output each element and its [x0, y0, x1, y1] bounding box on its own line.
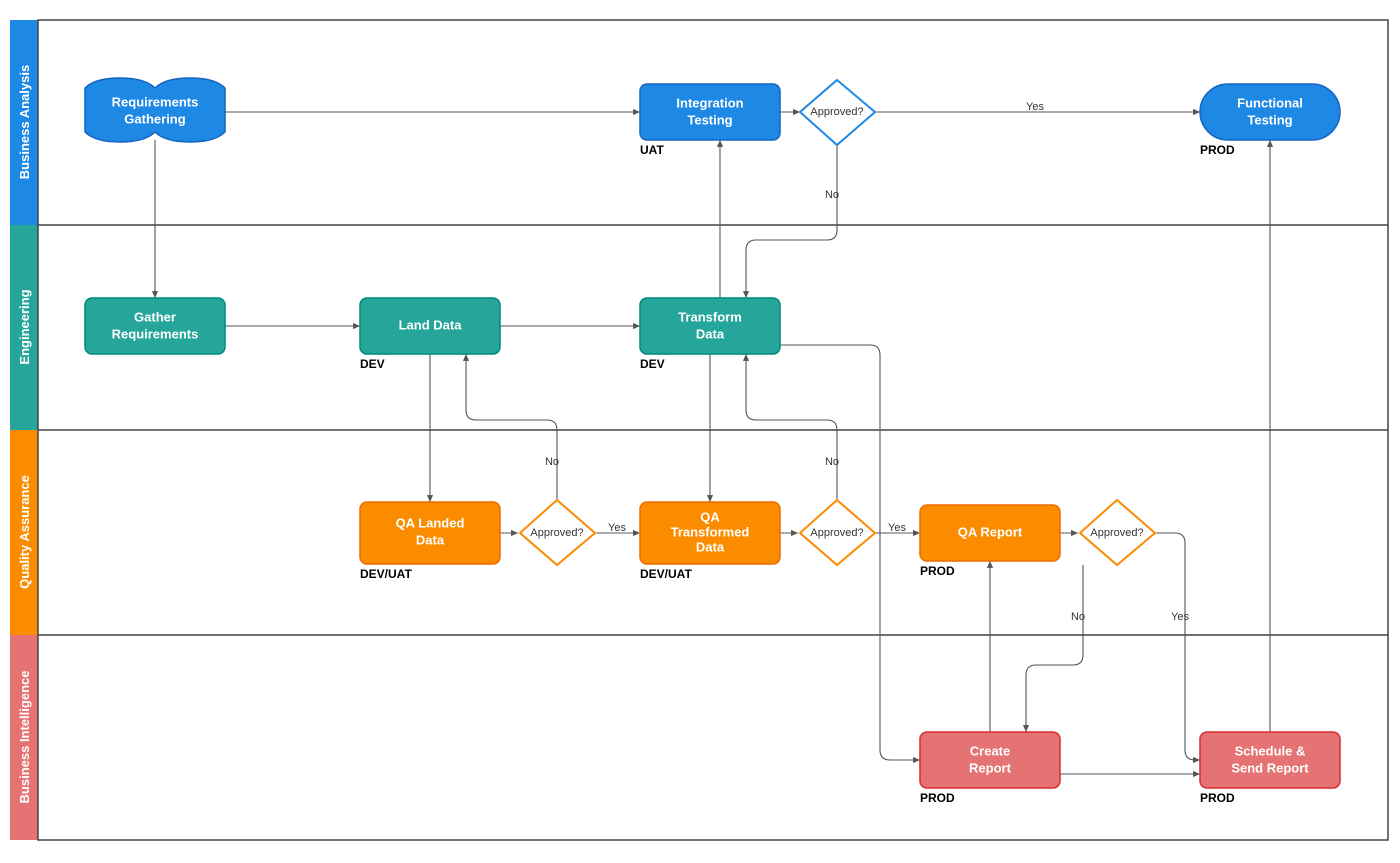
decision-qa2: Approved? [800, 500, 875, 565]
node-integration-testing: Integration Testing UAT [640, 84, 780, 157]
svg-text:Land Data: Land Data [399, 317, 463, 332]
svg-text:Approved?: Approved? [530, 527, 583, 539]
svg-text:PROD: PROD [920, 791, 955, 805]
svg-text:Data: Data [416, 532, 445, 547]
node-schedule-send-report: Schedule & Send Report PROD [1200, 732, 1340, 805]
svg-text:DEV/UAT: DEV/UAT [640, 567, 692, 581]
svg-text:Report: Report [969, 760, 1012, 775]
svg-text:PROD: PROD [1200, 791, 1235, 805]
lane-ba-title: Business Analysis [17, 65, 32, 179]
svg-text:Approved?: Approved? [810, 527, 863, 539]
edge-label-no-ba: No [825, 189, 839, 201]
decision-qa1: Approved? [520, 500, 595, 565]
edge-label-yes-1: Yes [608, 522, 626, 534]
edge-label-no-1: No [545, 456, 559, 468]
svg-text:DEV/UAT: DEV/UAT [360, 567, 412, 581]
node-create-report: Create Report PROD [920, 732, 1060, 805]
svg-text:Transformed: Transformed [671, 524, 750, 539]
svg-text:Send Report: Send Report [1231, 760, 1309, 775]
decision-ba: Approved? [800, 80, 875, 145]
svg-text:Gathering: Gathering [124, 111, 185, 126]
edge-label-yes-3: Yes [1171, 611, 1189, 623]
svg-text:DEV: DEV [640, 357, 665, 371]
lane-qa-title: Quality Assurance [17, 475, 32, 589]
svg-text:Integration: Integration [676, 95, 743, 110]
lane-eng-title: Engineering [17, 289, 32, 364]
svg-text:QA Report: QA Report [958, 524, 1023, 539]
node-qa-transformed-data: QA Transformed Data DEV/UAT [640, 502, 780, 581]
edge-label-yes-ba: Yes [1026, 101, 1044, 113]
node-requirements-gathering: Requirements Gathering [85, 78, 225, 142]
svg-text:PROD: PROD [920, 564, 955, 578]
node-gather-requirements: Gather Requirements [85, 298, 225, 354]
lane-bi-title: Business Intelligence [17, 671, 32, 804]
svg-text:QA: QA [700, 509, 720, 524]
decision-qa3: Approved? [1080, 500, 1155, 565]
svg-text:QA Landed: QA Landed [396, 515, 465, 530]
edge-label-no-2: No [825, 456, 839, 468]
svg-text:Testing: Testing [1247, 112, 1292, 127]
svg-text:PROD: PROD [1200, 143, 1235, 157]
svg-text:Data: Data [696, 539, 725, 554]
svg-text:Data: Data [696, 326, 725, 341]
svg-text:Create: Create [970, 743, 1010, 758]
edge-label-no-3: No [1071, 611, 1085, 623]
svg-text:Transform: Transform [678, 309, 742, 324]
svg-text:Gather: Gather [134, 309, 176, 324]
svg-text:Requirements: Requirements [112, 94, 199, 109]
svg-text:Schedule &: Schedule & [1235, 743, 1306, 758]
svg-text:Testing: Testing [687, 112, 732, 127]
edge-label-yes-2: Yes [888, 522, 906, 534]
svg-text:Approved?: Approved? [1090, 527, 1143, 539]
node-qa-landed-data: QA Landed Data DEV/UAT [360, 502, 500, 581]
svg-text:Requirements: Requirements [112, 326, 199, 341]
svg-text:Functional: Functional [1237, 95, 1303, 110]
svg-text:Approved?: Approved? [810, 106, 863, 118]
svg-text:UAT: UAT [640, 143, 664, 157]
svg-text:DEV: DEV [360, 357, 385, 371]
